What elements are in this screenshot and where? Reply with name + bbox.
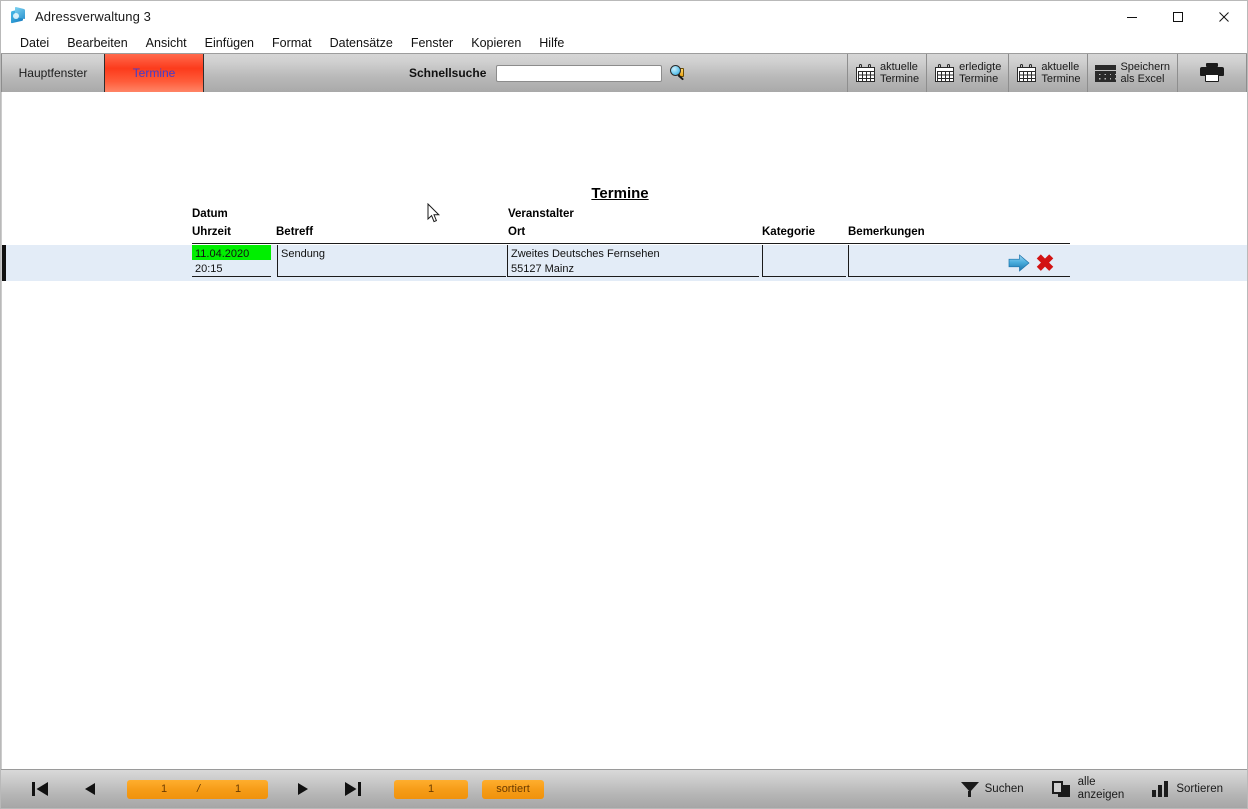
printer-icon [1200, 63, 1224, 83]
speichern-als-excel-button[interactable]: Speichern als Excel [1087, 54, 1178, 92]
app-diamond-icon [10, 6, 27, 25]
header-kategorie: Kategorie [762, 226, 816, 238]
cell-betreff-value: Sendung [281, 248, 326, 260]
previous-record-icon[interactable] [81, 779, 99, 799]
erledigte-termine-label-line2: Termine [959, 73, 999, 85]
excel-label-line2: als Excel [1120, 73, 1165, 85]
toolbar-right-buttons: aktuelle Termine erledigte Termine aktue… [847, 54, 1247, 92]
aktuelle-termine-label-line2: Termine [880, 73, 920, 85]
toolbar: Hauptfenster Termine Schnellsuche aktuel… [1, 53, 1247, 92]
menu-item-einfuegen[interactable]: Einfügen [196, 36, 263, 50]
aktuelle-termine-button-2[interactable]: aktuelle Termine [1008, 54, 1089, 92]
last-record-icon[interactable] [342, 779, 364, 799]
header-divider [192, 243, 1070, 244]
tab-termine-label: Termine [132, 66, 176, 80]
first-record-icon[interactable] [29, 779, 51, 799]
alle-anzeigen-button[interactable]: alle anzeigen [1038, 776, 1139, 802]
funnel-icon [960, 780, 979, 798]
menu-item-ansicht[interactable]: Ansicht [137, 36, 196, 50]
suchen-button[interactable]: Suchen [947, 780, 1038, 798]
cell-kategorie[interactable] [762, 245, 846, 277]
next-record-icon[interactable] [294, 779, 312, 799]
cell-ort-value: 55127 Mainz [511, 263, 574, 275]
quick-search-label: Schnellsuche [409, 66, 487, 80]
menu-item-kopieren[interactable]: Kopieren [462, 36, 530, 50]
status-bar-actions: Suchen alle anzeigen Sortieren [947, 776, 1247, 802]
table-grid-icon [1095, 64, 1117, 82]
table-row[interactable]: 11.04.2020 20:15 Sendung Zweites Deutsch… [2, 245, 1247, 281]
column-headers: Datum Uhrzeit Betreff Veranstalter Ort K… [2, 92, 1247, 244]
suchen-label: Suchen [984, 782, 1024, 795]
window-title: Adressverwaltung 3 [35, 9, 151, 24]
current-page: 1 [161, 783, 168, 795]
tab-termine[interactable]: Termine [105, 54, 204, 92]
record-count: 1 [427, 783, 435, 795]
cell-veranstalter-ort[interactable]: Zweites Deutsches Fernsehen 55127 Mainz [507, 245, 759, 277]
header-uhrzeit: Uhrzeit [192, 226, 231, 238]
sort-state-button[interactable]: sortiert [482, 779, 544, 799]
close-icon[interactable] [1201, 1, 1247, 32]
calendar-icon [855, 63, 876, 83]
page-separator: / [197, 783, 201, 795]
record-count-field[interactable]: 1 [394, 779, 468, 799]
title-bar: Adressverwaltung 3 [1, 1, 1247, 32]
window-controls [1109, 1, 1247, 32]
bars-icon [1152, 781, 1170, 797]
erledigte-termine-label-line1: erledigte [959, 60, 1002, 73]
tab-hauptfenster-label: Hauptfenster [18, 66, 88, 80]
cell-betreff[interactable]: Sendung [277, 245, 506, 277]
goto-arrow-icon[interactable] [1008, 254, 1030, 272]
menu-item-hilfe[interactable]: Hilfe [530, 36, 573, 50]
calendar-icon [1016, 63, 1037, 83]
minimize-icon[interactable] [1109, 1, 1155, 32]
cell-datum-value: 11.04.2020 [195, 248, 250, 260]
calendar-icon [934, 63, 955, 83]
menu-item-fenster[interactable]: Fenster [402, 36, 462, 50]
tab-bar: Hauptfenster Termine [1, 54, 204, 92]
total-pages: 1 [235, 783, 242, 795]
header-veranstalter: Veranstalter [508, 208, 574, 220]
application-window: Adressverwaltung 3 Datei Bearbeiten Ansi… [0, 0, 1248, 809]
sortieren-label: Sortieren [1176, 782, 1223, 795]
aktuelle-termine-button-1[interactable]: aktuelle Termine [847, 54, 928, 92]
tab-hauptfenster[interactable]: Hauptfenster [1, 54, 105, 92]
status-bar: 1 / 1 1 sortiert Suchen alle anzeigen So… [1, 769, 1247, 808]
sort-state-label: sortiert [496, 783, 530, 795]
excel-label-line1: Speichern [1120, 60, 1170, 73]
menu-bar: Datei Bearbeiten Ansicht Einfügen Format… [1, 32, 1247, 53]
sortieren-button[interactable]: Sortieren [1138, 781, 1247, 797]
menu-item-bearbeiten[interactable]: Bearbeiten [58, 36, 136, 50]
aktuelle-termine-2-label-line1: aktuelle [1041, 60, 1080, 73]
search-input[interactable] [496, 64, 663, 82]
aktuelle-termine-label-line1: aktuelle [880, 60, 918, 73]
menu-item-format[interactable]: Format [263, 36, 321, 50]
header-bemerkungen: Bemerkungen [848, 226, 925, 238]
erledigte-termine-button[interactable]: erledigte Termine [926, 54, 1010, 92]
alle-anzeigen-label-line2: anzeigen [1077, 789, 1125, 801]
maximize-icon[interactable] [1155, 1, 1201, 32]
header-ort: Ort [508, 226, 526, 238]
menu-item-datensaetze[interactable]: Datensätze [321, 36, 402, 50]
pages-icon [1051, 780, 1072, 798]
aktuelle-termine-2-label-line2: Termine [1041, 73, 1081, 85]
menu-item-datei[interactable]: Datei [11, 36, 58, 50]
report-sheet: Termine Datum Uhrzeit Betreff Veranstalt… [2, 92, 1247, 769]
cell-uhrzeit-value: 20:15 [195, 263, 223, 275]
search-icon[interactable] [670, 65, 686, 81]
cell-datum-uhrzeit[interactable]: 11.04.2020 20:15 [192, 245, 271, 277]
alle-anzeigen-label-line1: alle [1077, 776, 1096, 788]
report-area: Termine Datum Uhrzeit Betreff Veranstalt… [1, 92, 1247, 769]
page-indicator[interactable]: 1 / 1 [127, 779, 268, 799]
header-datum: Datum [192, 208, 228, 220]
delete-x-icon[interactable]: ✖ [1034, 252, 1056, 275]
mouse-cursor [427, 202, 441, 224]
print-button[interactable] [1177, 54, 1247, 92]
header-betreff: Betreff [276, 226, 314, 238]
record-selector[interactable] [2, 245, 6, 281]
quick-search-group: Schnellsuche [409, 54, 686, 92]
cell-veranstalter-value: Zweites Deutsches Fernsehen [511, 248, 660, 260]
